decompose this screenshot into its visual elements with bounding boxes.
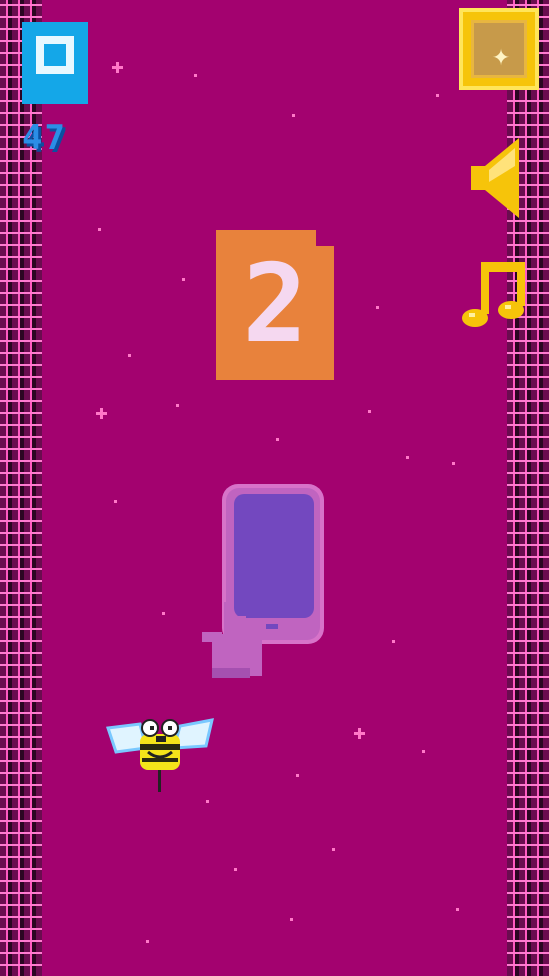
star — [392, 640, 395, 643]
star — [98, 228, 101, 231]
star — [182, 278, 185, 281]
star — [128, 354, 131, 357]
star — [194, 74, 197, 77]
best-score-square-icon — [22, 22, 88, 104]
bee-character-icon — [105, 718, 214, 792]
star — [146, 940, 149, 943]
star — [376, 306, 379, 309]
star — [436, 94, 439, 97]
sparkle-icon: ✦ — [471, 20, 527, 78]
star — [206, 800, 209, 803]
star — [176, 404, 179, 407]
star — [332, 848, 335, 851]
bee-player — [105, 714, 214, 794]
star — [112, 62, 123, 73]
countdown-panel: 2 — [216, 230, 334, 380]
star — [368, 410, 371, 413]
best-score-value: 47 — [22, 118, 67, 158]
star — [162, 612, 165, 615]
music-note-icon — [462, 262, 525, 327]
countdown-number: 2 — [242, 242, 308, 367]
star — [354, 728, 365, 739]
star — [276, 438, 279, 441]
star — [290, 918, 293, 921]
sound-toggle-button[interactable] — [469, 136, 523, 220]
star — [234, 868, 237, 871]
star — [406, 456, 409, 459]
shop-button[interactable]: ✦ — [459, 8, 539, 90]
star — [422, 750, 425, 753]
star — [96, 408, 107, 419]
star — [456, 908, 459, 911]
star — [452, 462, 455, 465]
speaker-icon — [471, 138, 519, 218]
star — [114, 500, 117, 503]
music-toggle-button[interactable] — [461, 258, 533, 332]
star — [296, 774, 299, 777]
game-screen[interactable]: 47 ✦ 2 — [0, 0, 549, 976]
tap-phone-hint-icon — [200, 484, 330, 680]
star — [292, 114, 295, 117]
